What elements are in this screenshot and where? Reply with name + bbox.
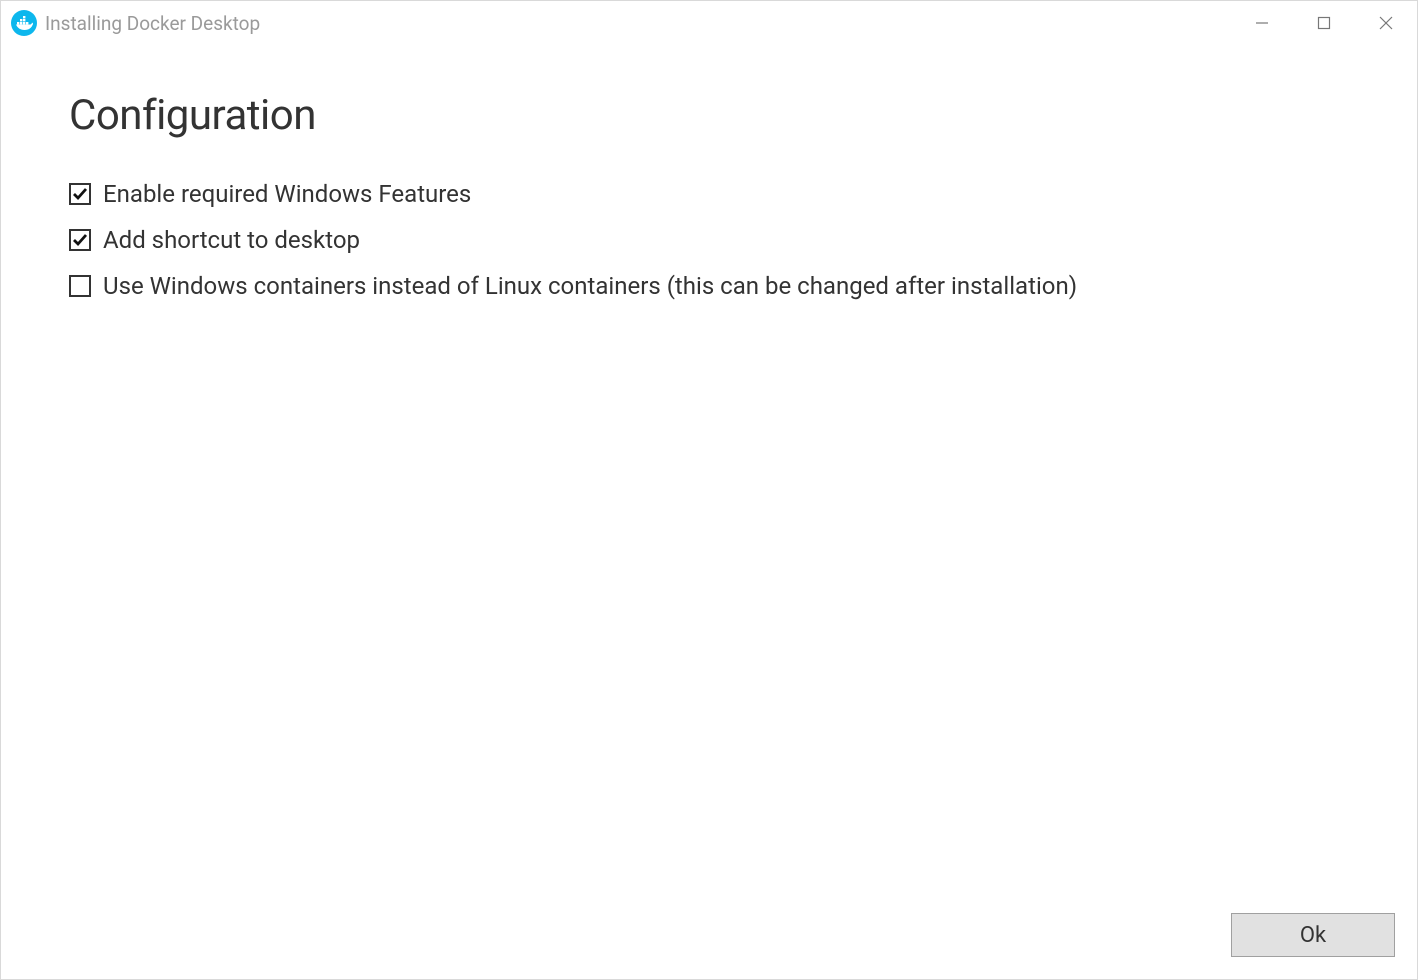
checkbox-add-shortcut[interactable]: [69, 229, 91, 251]
docker-icon: [11, 10, 37, 36]
ok-button[interactable]: Ok: [1231, 913, 1395, 957]
option-use-windows-containers: Use Windows containers instead of Linux …: [69, 272, 1357, 300]
maximize-button[interactable]: [1293, 1, 1355, 45]
window-title: Installing Docker Desktop: [45, 12, 260, 35]
close-button[interactable]: [1355, 1, 1417, 45]
window-controls: [1231, 1, 1417, 45]
titlebar-left: Installing Docker Desktop: [11, 10, 260, 36]
page-title: Configuration: [69, 91, 1357, 140]
option-label[interactable]: Enable required Windows Features: [103, 180, 471, 208]
minimize-button[interactable]: [1231, 1, 1293, 45]
option-label[interactable]: Use Windows containers instead of Linux …: [103, 272, 1077, 300]
checkbox-use-windows-containers[interactable]: [69, 275, 91, 297]
checkbox-enable-windows-features[interactable]: [69, 183, 91, 205]
content-area: Configuration Enable required Windows Fe…: [1, 45, 1417, 979]
option-add-shortcut: Add shortcut to desktop: [69, 226, 1357, 254]
option-enable-windows-features: Enable required Windows Features: [69, 180, 1357, 208]
footer: Ok: [1231, 913, 1395, 957]
installer-window: Installing Docker Desktop Configuration …: [0, 0, 1418, 980]
options-list: Enable required Windows Features Add sho…: [69, 180, 1357, 300]
option-label[interactable]: Add shortcut to desktop: [103, 226, 360, 254]
titlebar: Installing Docker Desktop: [1, 1, 1417, 45]
